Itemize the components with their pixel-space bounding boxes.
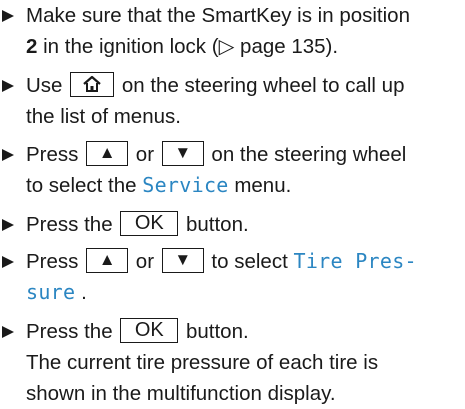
bullet-arrow-icon — [2, 256, 14, 268]
ok-key: OK — [120, 318, 179, 344]
step-4-text-post: button. — [180, 213, 249, 236]
bullet-arrow-icon — [2, 149, 14, 161]
step-2-text-pre: Use — [26, 74, 69, 97]
tire-pressure-menu-name-part-1: Tire Pres- — [293, 249, 417, 273]
step-5-text-mid: to select — [205, 250, 294, 273]
step-3-line-2-pre: to select the — [26, 174, 143, 197]
bullet-arrow-icon — [2, 219, 14, 231]
step-2-text-post: on the steering wheel to call up — [116, 74, 405, 97]
step-1-line-2: in the ignition lock (▷ page 135). — [37, 35, 339, 58]
tire-pressure-menu-name-part-2: sure — [26, 280, 76, 304]
step-4-text-pre: Press the — [26, 213, 119, 236]
step-5-line-2-post: . — [75, 281, 87, 304]
step-5-text-pre: Press — [26, 250, 85, 273]
down-arrow-key: ▼ — [161, 248, 204, 274]
step-1-line-1: Make sure that the SmartKey is in positi… — [26, 4, 410, 27]
down-arrow-key: ▼ — [161, 141, 204, 167]
up-arrow-key: ▲ — [86, 248, 129, 274]
bullet-arrow-icon — [2, 326, 14, 338]
step-3-or: or — [130, 143, 160, 166]
step-6-text-post: button. — [180, 320, 249, 343]
bullet-arrow-icon — [2, 10, 14, 22]
service-menu-name: Service — [142, 173, 229, 197]
ok-key: OK — [120, 211, 179, 237]
step-5-or: or — [130, 250, 160, 273]
step-3-text-post: on the steering wheel — [205, 143, 407, 166]
position-value: 2 — [26, 35, 38, 58]
home-icon — [83, 75, 101, 93]
instruction-page: Make sure that the SmartKey is in positi… — [0, 0, 465, 405]
step-6-line-2: The current tire pressure of each tire i… — [26, 351, 379, 374]
step-2-line-2: the list of menus. — [26, 105, 181, 128]
step-3-line-2-post: menu. — [228, 174, 292, 197]
bullet-arrow-icon — [2, 80, 14, 92]
step-6-text-pre: Press the — [26, 320, 119, 343]
up-arrow-key: ▲ — [86, 141, 129, 167]
step-3-text-pre: Press — [26, 143, 85, 166]
home-key — [70, 72, 115, 98]
step-6-line-3: shown in the multifunction display. — [26, 382, 336, 405]
